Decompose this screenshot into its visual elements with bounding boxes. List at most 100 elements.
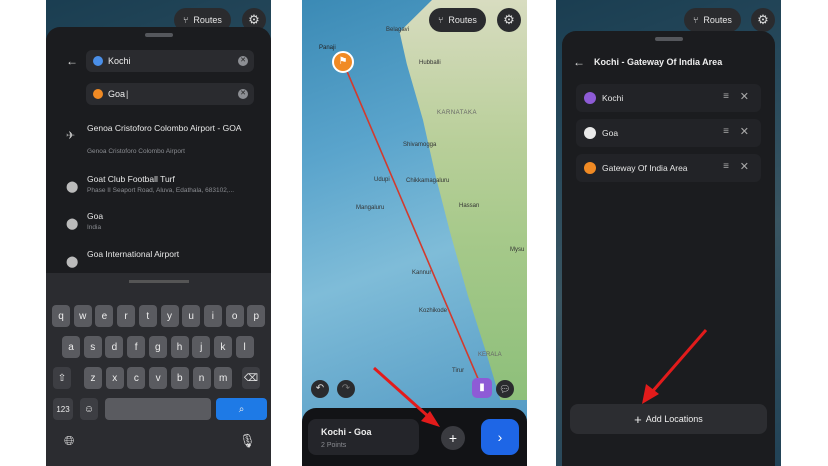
locations-sheet: ← Kochi - Gateway Of India Area Kochi ≡ …: [562, 31, 775, 466]
route-points: 2 Points: [321, 442, 347, 449]
key-h[interactable]: h: [170, 336, 189, 358]
routes-icon: ⑂: [183, 15, 189, 25]
to-field[interactable]: Goa | ✕: [86, 83, 254, 105]
flag-icon[interactable]: ⚑: [332, 51, 354, 73]
add-point-button[interactable]: +: [441, 426, 465, 450]
sheet-handle[interactable]: [144, 33, 173, 37]
close-icon[interactable]: ✕: [740, 90, 749, 103]
result-title: Goat Club Football Turf: [87, 174, 175, 184]
key-e[interactable]: e: [95, 305, 114, 327]
keyboard-suggestion-bar: [128, 280, 189, 283]
search-screen: ⑂ Routes ⚙ ← Kochi ✕ Goa | ✕ ✈ Genoa Crist…: [46, 0, 271, 466]
add-locations-label: Add Locations: [645, 414, 703, 424]
key-q[interactable]: q: [52, 305, 70, 327]
routes-button[interactable]: ⑂ Routes: [684, 8, 741, 32]
close-icon[interactable]: ✕: [740, 160, 749, 173]
key-o[interactable]: o: [225, 305, 244, 327]
key-n[interactable]: n: [192, 367, 211, 389]
shift-key[interactable]: ⇧: [53, 367, 71, 389]
redo-icon[interactable]: ↷: [337, 380, 355, 398]
key-w[interactable]: w: [73, 305, 92, 327]
result-subtitle: Phase II Seaport Road, Aluva, Edathala, …: [87, 187, 235, 194]
location-name: Kochi: [602, 93, 624, 103]
microphone-icon[interactable]: 🎙︎: [239, 433, 256, 449]
numbers-key[interactable]: 123: [53, 398, 73, 420]
key-r[interactable]: r: [117, 305, 136, 327]
pin-icon: ⬤: [66, 218, 79, 230]
key-g[interactable]: g: [148, 336, 167, 358]
key-p[interactable]: p: [247, 305, 266, 327]
airplane-icon: ✈: [66, 130, 76, 142]
destination-marker-icon[interactable]: ▮: [472, 378, 492, 398]
key-y[interactable]: y: [160, 305, 179, 327]
location-name: Goa: [602, 128, 619, 138]
next-button[interactable]: ›: [481, 419, 519, 455]
location-name: Gateway Of India Area: [602, 163, 688, 173]
location-marker-icon: [584, 92, 596, 104]
key-t[interactable]: t: [138, 305, 157, 327]
clear-icon[interactable]: ✕: [238, 89, 248, 99]
sheet-handle[interactable]: [654, 37, 683, 41]
key-s[interactable]: s: [83, 336, 102, 358]
routes-label: Routes: [703, 15, 732, 25]
space-key[interactable]: [105, 398, 211, 420]
chat-icon[interactable]: 💬︎: [496, 380, 514, 398]
add-locations-button[interactable]: + Add Locations: [570, 404, 767, 434]
key-c[interactable]: c: [127, 367, 146, 389]
to-dot-icon: [93, 89, 103, 99]
clear-icon[interactable]: ✕: [238, 56, 248, 66]
back-arrow-icon[interactable]: ←: [66, 54, 78, 68]
location-marker-icon: [584, 127, 596, 139]
gear-icon[interactable]: ⚙: [751, 8, 775, 32]
key-k[interactable]: k: [213, 336, 232, 358]
route-title: Kochi - Goa: [321, 427, 372, 437]
key-j[interactable]: j: [192, 336, 211, 358]
result-title: Genoa Cristoforo Colombo Airport - GOA: [87, 123, 242, 133]
key-i[interactable]: i: [203, 305, 222, 327]
from-dot-icon: [93, 56, 103, 66]
plus-icon: +: [634, 411, 642, 427]
key-a[interactable]: a: [62, 336, 80, 358]
route-title: Kochi - Gateway Of India Area: [594, 57, 723, 67]
routes-icon: ⑂: [693, 15, 699, 25]
globe-icon[interactable]: 🌐︎: [64, 433, 74, 449]
result-item[interactable]: ⬤ Goat Club Football Turf Phase II Seapo…: [46, 170, 271, 208]
backspace-key[interactable]: ⌫: [242, 367, 260, 389]
back-arrow-icon[interactable]: ←: [573, 55, 585, 69]
key-z[interactable]: z: [84, 367, 102, 389]
key-m[interactable]: m: [214, 367, 233, 389]
from-field[interactable]: Kochi ✕: [86, 50, 254, 72]
text-cursor: |: [126, 89, 129, 99]
route-bar: Kochi - Goa 2 Points + ›: [302, 408, 527, 466]
locations-screen: ⑂ Routes ⚙ ← Kochi - Gateway Of India Are…: [556, 0, 781, 466]
drag-handle-icon[interactable]: ≡: [723, 91, 729, 102]
from-value: Kochi: [108, 56, 131, 66]
route-card[interactable]: Kochi - Goa 2 Points: [308, 419, 419, 455]
key-x[interactable]: x: [105, 367, 124, 389]
key-d[interactable]: d: [105, 336, 124, 358]
drag-handle-icon[interactable]: ≡: [723, 161, 729, 172]
key-u[interactable]: u: [182, 305, 201, 327]
key-f[interactable]: f: [127, 336, 146, 358]
key-v[interactable]: v: [149, 367, 168, 389]
result-item[interactable]: ⬤ Goa India: [46, 207, 271, 245]
result-item[interactable]: ✈ Genoa Cristoforo Colombo Airport - GOA…: [46, 119, 271, 157]
pin-icon: ⬤: [66, 181, 79, 193]
key-l[interactable]: l: [235, 336, 254, 358]
map-screen: ⑂ Routes ⚙ Panaji Belagavi Hubballi KARNA…: [302, 0, 527, 466]
search-key[interactable]: ⌕: [216, 398, 267, 420]
drag-handle-icon[interactable]: ≡: [723, 126, 729, 137]
undo-icon[interactable]: ↶: [311, 380, 329, 398]
close-icon[interactable]: ✕: [740, 125, 749, 138]
result-title: Goa International Airport: [87, 249, 180, 259]
pin-icon: ⬤: [66, 256, 79, 268]
emoji-icon[interactable]: ☺: [80, 398, 98, 420]
location-item[interactable]: Goa ≡ ✕: [576, 119, 761, 147]
to-value: Goa: [108, 89, 126, 99]
location-item[interactable]: Kochi ≡ ✕: [576, 84, 761, 112]
location-item[interactable]: Gateway Of India Area ≡ ✕: [576, 154, 761, 182]
location-marker-icon: [584, 162, 596, 174]
result-subtitle: Genoa Cristoforo Colombo Airport: [87, 148, 185, 155]
key-b[interactable]: b: [170, 367, 189, 389]
keyboard: qwertyuiop asdfghjkl zxcvbnm ⇧ ⌫ 123 ☺ ⌕…: [46, 273, 271, 466]
